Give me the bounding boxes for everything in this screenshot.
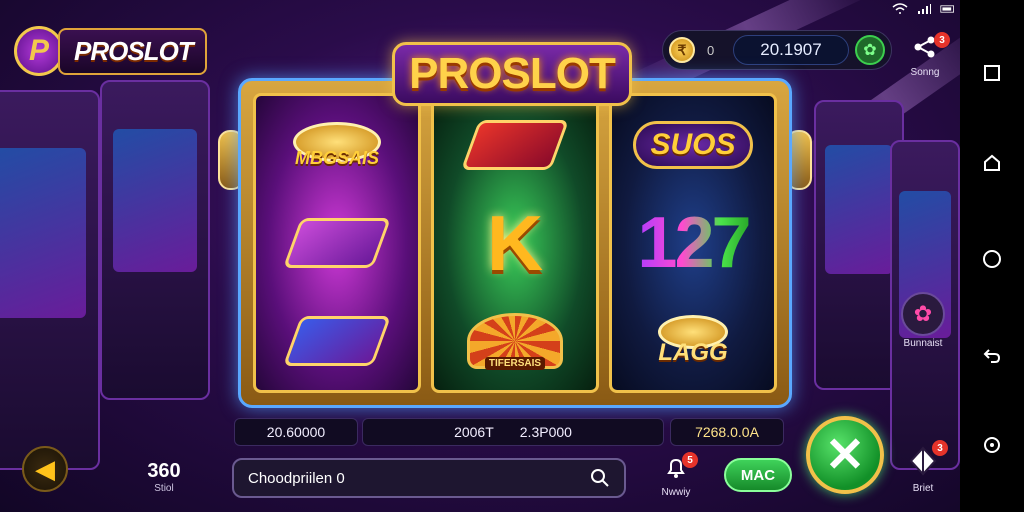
arrow-left-icon: ◀ [35,453,55,484]
bet-side-label: Briet [912,483,934,494]
coin-pile-symbol: LAGG [658,301,728,381]
wheel-label: TIFERSAIS [484,357,546,370]
bet-label: Stiol [154,483,174,494]
bet-side-button[interactable]: 3 Briet [898,440,948,494]
game-title-banner: PROSLOT [392,42,632,106]
bet-value: 360 [147,460,181,482]
logo-text: PROSLOT [58,27,207,75]
search-box[interactable] [232,458,626,498]
share-label: Sonng [910,67,940,78]
battery-icon [940,5,954,13]
symbol-label: SUOS [633,121,753,169]
boomerang-symbol [460,105,570,185]
share-badge: 3 [934,32,950,48]
game-title: PROSLOT [409,49,616,98]
search-input[interactable] [248,469,590,487]
boomerang-symbol [282,203,392,283]
stat-right-value: 7268.0.0A [695,424,759,440]
boomerang-icon [282,218,392,268]
bet-side-badge: 3 [932,440,948,456]
reel-1[interactable]: MBGSAIS [253,93,421,393]
stat-middle-value-a: 2006T [454,424,494,440]
stat-left-value: 20.60000 [266,424,326,440]
back-icon[interactable] [981,344,1003,366]
boomerang-icon [282,316,392,366]
balance-value: 20.1907 [733,35,849,65]
logo-badge: P [14,26,64,76]
gear-icon: ✿ [901,292,945,336]
bet-display: 360 Stiol [134,460,194,494]
status-bar [892,0,956,18]
android-nav-bar [960,0,1024,512]
assistant-icon[interactable] [981,434,1003,456]
background-cabinet [100,80,210,400]
boomerang-icon [460,120,570,170]
settings-label: Bunnaist [903,338,943,349]
notify-button[interactable]: 5 Nwwiy [656,452,698,498]
mac-button[interactable]: MAC [724,458,792,492]
letter-k: K [486,198,544,287]
coin-pile-symbol: MBGSAIS [293,105,381,185]
background-cabinet [0,90,100,470]
recent-apps-icon[interactable] [981,62,1003,84]
balance-zero: 0 [707,42,715,58]
coin-icon: ₹ [669,37,695,63]
wheel-symbol: TIFERSAIS [467,301,563,381]
reel-2[interactable]: K TIFERSAIS [431,93,599,393]
settings-button[interactable]: ✿ Bunnaist [898,292,948,349]
share-button[interactable]: 3 Sonng [900,32,950,78]
character-symbol: SUOS [633,105,753,185]
spin-button[interactable]: ✕ [806,416,884,494]
letter-symbol: K [487,199,543,287]
symbol-label: MBGSAIS [294,147,379,168]
signal-icon [918,4,931,14]
reel-3[interactable]: SUOS 127 LAGG [609,93,777,393]
wheel-icon: TIFERSAIS [467,313,563,370]
stat-left: 20.60000 [234,418,358,446]
number-symbol: 127 [637,203,751,283]
magnifier-icon[interactable] [590,468,610,488]
balance-pill[interactable]: ₹ 0 20.1907 ✿ [662,30,892,70]
notify-badge: 5 [682,452,698,468]
wifi-icon [892,3,908,14]
symbol-label: LAGG [658,339,728,366]
boomerang-symbol [282,301,392,381]
stat-right: 7268.0.0A [670,418,784,446]
reels: MBGSAIS K TIFERSAIS SUOS 127 LAGG [253,93,777,393]
notify-label: Nwwiy [661,487,691,498]
app-logo: P PROSLOT [14,26,222,76]
stat-middle: 2006T 2.3P000 [362,418,664,446]
stat-middle-value-b: 2.3P000 [519,424,572,440]
home-outline-icon[interactable] [981,152,1003,174]
gear-icon[interactable]: ✿ [855,35,885,65]
home-icon[interactable] [981,248,1003,270]
back-button[interactable]: ◀ [22,446,68,492]
number-127: 127 [637,203,751,283]
slot-machine: MBGSAIS K TIFERSAIS SUOS 127 LAGG [238,78,792,408]
